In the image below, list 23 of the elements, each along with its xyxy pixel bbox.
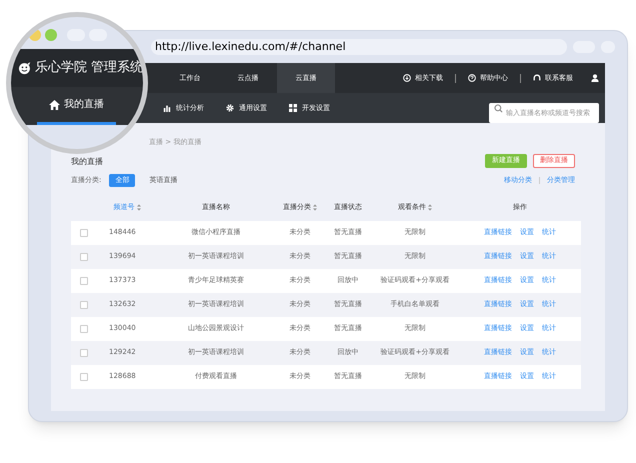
sort-icon[interactable]: [136, 204, 140, 211]
checkbox[interactable]: [80, 372, 88, 380]
help-icon: [468, 74, 476, 82]
sort-icon[interactable]: [313, 204, 317, 211]
checkbox[interactable]: [80, 276, 88, 284]
download-icon: [403, 74, 411, 82]
window-control-icon[interactable]: [45, 29, 57, 41]
bar-chart-icon: [163, 104, 171, 112]
grid-icon: [289, 104, 297, 112]
sort-icon[interactable]: [428, 204, 432, 211]
gear-icon: [226, 104, 234, 112]
search-icon: [494, 104, 503, 112]
checkbox[interactable]: [80, 228, 88, 236]
checkbox[interactable]: [80, 348, 88, 356]
home-icon: [49, 100, 60, 110]
user-icon[interactable]: [591, 74, 599, 82]
page-title: 我的直播: [71, 156, 103, 168]
address-bar[interactable]: http://live.lexinedu.com/#/channel: [151, 39, 567, 55]
checkbox[interactable]: [80, 252, 88, 260]
checkbox[interactable]: [80, 300, 88, 308]
window-control-icon[interactable]: [29, 29, 41, 41]
checkbox[interactable]: [80, 324, 88, 332]
headset-icon: [533, 74, 541, 82]
